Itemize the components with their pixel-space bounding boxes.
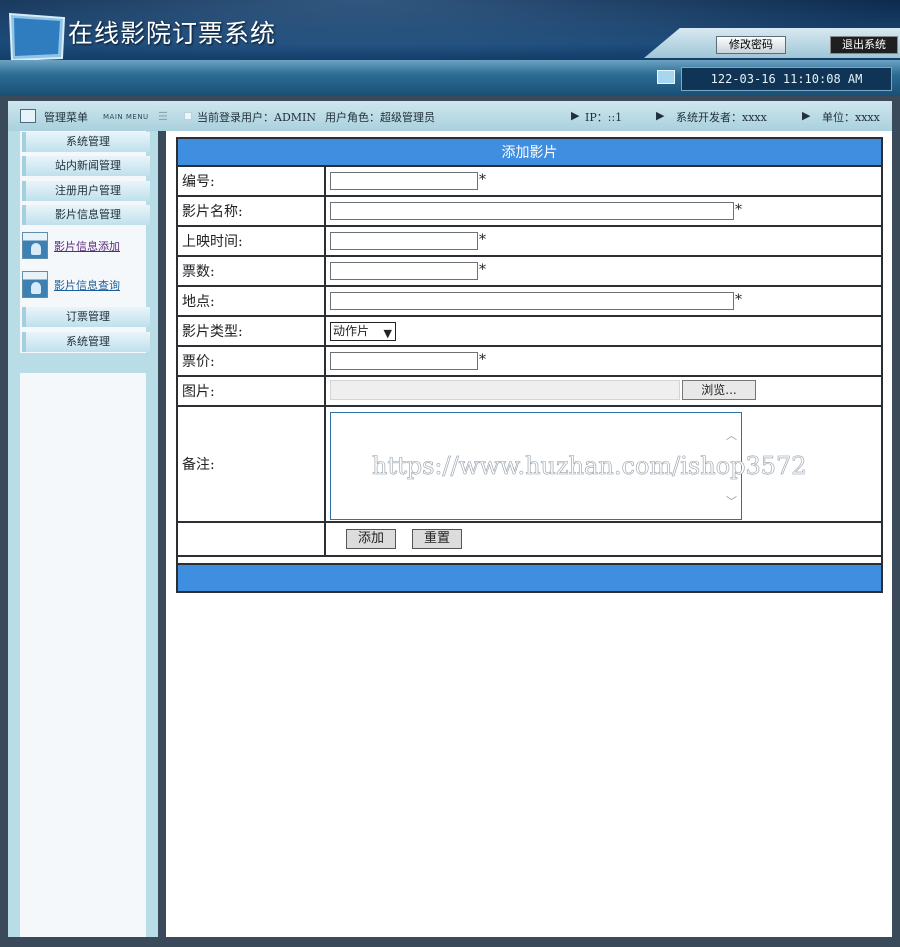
form-title: 添加影片 — [176, 137, 883, 167]
name-cell: * — [324, 195, 883, 227]
price-cell: * — [324, 345, 883, 377]
id-cell: * — [324, 165, 883, 197]
form-footer-bar — [176, 563, 883, 593]
tickets-label: 票数: — [176, 255, 326, 287]
user-icon — [22, 232, 48, 259]
reset-button[interactable]: 重置 — [412, 529, 462, 549]
tickets-input[interactable] — [330, 262, 478, 280]
remark-cell: ︿ ﹀ https://www.huzhan.com/ishop3572 — [324, 405, 883, 523]
current-user-text: 当前登录用户：ADMIN — [197, 111, 316, 124]
sidebar-subitem-add-movie[interactable]: 影片信息添加 — [22, 232, 150, 260]
add-button[interactable]: 添加 — [346, 529, 396, 549]
required-mark: * — [479, 232, 486, 248]
arrow-right-icon: ▶ — [571, 109, 580, 122]
type-label: 影片类型: — [176, 315, 326, 347]
image-cell: 浏览... — [324, 375, 883, 407]
sidebar-item-system-2[interactable]: 系统管理 — [22, 332, 150, 352]
unit-text: 单位：xxxx — [822, 111, 880, 124]
sidebar-subitem-query-movie[interactable]: 影片信息查询 — [22, 271, 150, 299]
app-title: 在线影院订票系统 — [68, 19, 277, 48]
name-label: 影片名称: — [176, 195, 326, 227]
browse-button[interactable]: 浏览... — [682, 380, 756, 400]
sidebar-item-movies[interactable]: 影片信息管理 — [22, 205, 150, 225]
add-movie-link[interactable]: 影片信息添加 — [54, 238, 120, 254]
file-path-box[interactable] — [330, 380, 680, 400]
price-input[interactable] — [330, 352, 478, 370]
sidebar: 系统管理 站内新闻管理 注册用户管理 影片信息管理 影片信息添加 影片信息查询 … — [8, 131, 158, 937]
type-select[interactable]: 动作片 ▼ — [330, 322, 396, 341]
release-time-label: 上映时间: — [176, 225, 326, 257]
watermark-text: https://www.huzhan.com/ishop3572 — [372, 452, 807, 481]
info-bar: 管理菜单 MAIN MENU ☰ 当前登录用户：ADMIN 用户角色：超级管理员… — [8, 101, 892, 131]
price-label: 票价: — [176, 345, 326, 377]
square-bullet-icon — [184, 112, 192, 120]
required-mark: * — [735, 202, 742, 218]
spacer-row — [176, 555, 883, 565]
menu-label-en: MAIN MENU — [103, 113, 149, 121]
arrow-right-icon: ▶ — [656, 109, 665, 122]
location-input[interactable] — [330, 292, 734, 310]
chevron-down-icon: ▼ — [383, 327, 392, 340]
release-time-cell: * — [324, 225, 883, 257]
user-icon — [22, 271, 48, 298]
monitor-small-icon — [657, 70, 675, 84]
type-cell: 动作片 ▼ — [324, 315, 883, 347]
required-mark: * — [479, 352, 486, 368]
query-movie-link[interactable]: 影片信息查询 — [54, 277, 120, 293]
release-time-input[interactable] — [330, 232, 478, 250]
scroll-down-icon[interactable]: ﹀ — [726, 493, 737, 509]
ip-text: IP：::1 — [585, 111, 623, 124]
image-label: 图片: — [176, 375, 326, 407]
remark-label: 备注: — [176, 405, 326, 523]
sidebar-item-system[interactable]: 系统管理 — [22, 132, 150, 152]
menu-icon — [20, 109, 36, 123]
name-input[interactable] — [330, 202, 734, 220]
main-content: 添加影片 编号: * 影片名称: * 上映时间: * 票数: * 地点: * 影… — [166, 131, 892, 937]
tickets-cell: * — [324, 255, 883, 287]
menu-label: 管理菜单 — [44, 111, 88, 124]
user-role-text: 用户角色：超级管理员 — [325, 111, 435, 124]
buttons-label-cell — [176, 521, 326, 557]
id-input[interactable] — [330, 172, 478, 190]
change-password-button[interactable]: 修改密码 — [716, 36, 786, 54]
sidebar-item-users[interactable]: 注册用户管理 — [22, 181, 150, 201]
developer-text: 系统开发者：xxxx — [676, 111, 767, 124]
datetime-display: 122-03-16 11:10:08 AM — [681, 67, 892, 91]
sidebar-footer-bar — [20, 353, 146, 373]
sidebar-item-orders[interactable]: 订票管理 — [22, 307, 150, 327]
location-cell: * — [324, 285, 883, 317]
list-lines-icon: ☰ — [158, 110, 168, 123]
id-label: 编号: — [176, 165, 326, 197]
location-label: 地点: — [176, 285, 326, 317]
add-movie-form: 添加影片 编号: * 影片名称: * 上映时间: * 票数: * 地点: * 影… — [176, 137, 883, 593]
required-mark: * — [479, 172, 486, 188]
required-mark: * — [479, 262, 486, 278]
header-banner: 在线影院订票系统 修改密码 退出系统 122-03-16 11:10:08 AM — [0, 0, 900, 96]
sidebar-item-news[interactable]: 站内新闻管理 — [22, 156, 150, 176]
logout-button[interactable]: 退出系统 — [830, 36, 898, 54]
scroll-up-icon[interactable]: ︿ — [726, 427, 737, 443]
required-mark: * — [735, 292, 742, 308]
arrow-right-icon: ▶ — [802, 109, 811, 122]
type-select-value: 动作片 — [333, 324, 370, 338]
buttons-cell: 添加 重置 — [324, 521, 883, 557]
